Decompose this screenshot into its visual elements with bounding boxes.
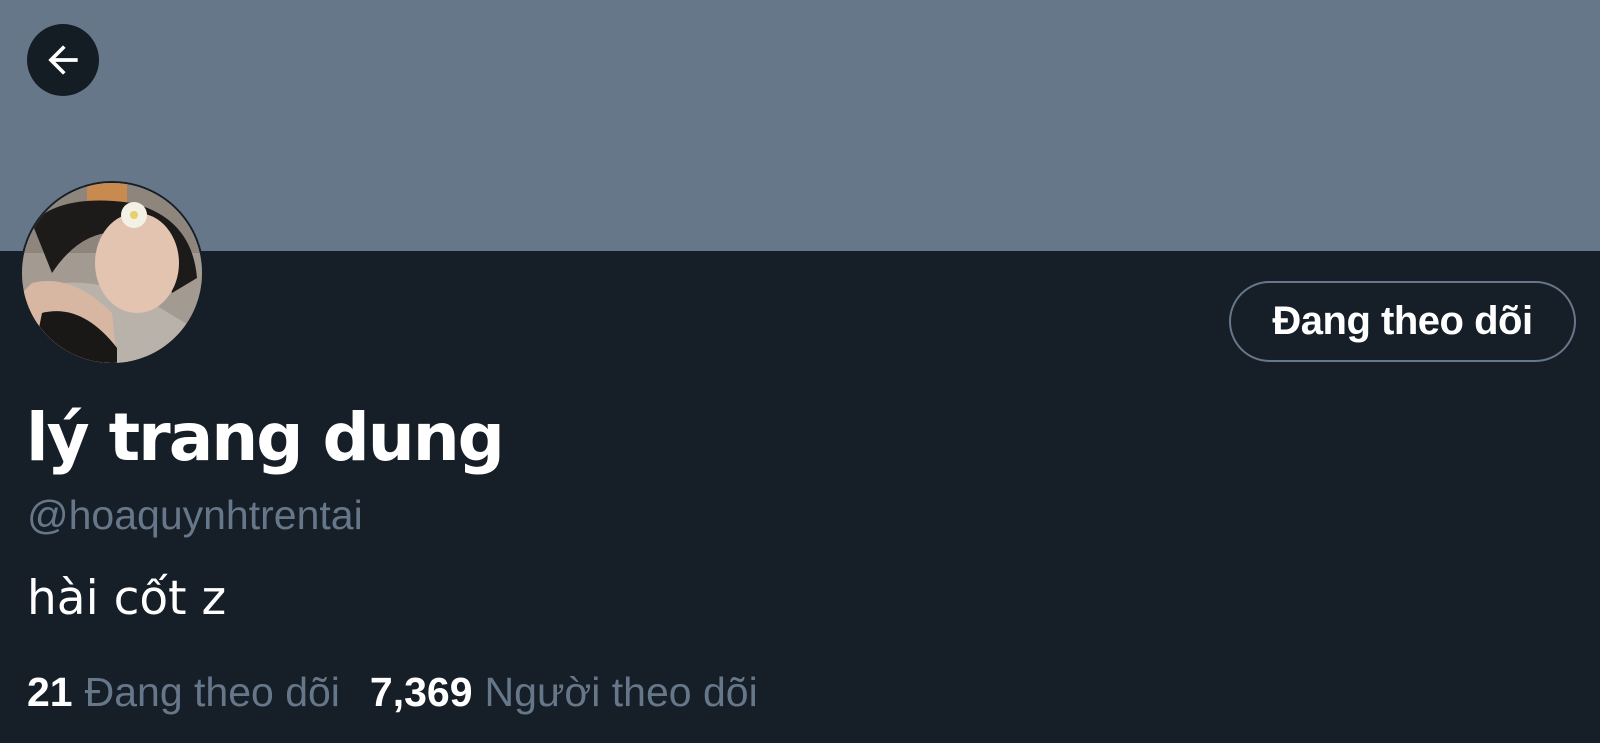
display-name: lý trang dung: [26, 399, 505, 476]
profile-bio: hài cốt z: [27, 571, 227, 626]
following-button-label: Đang theo dõi: [1272, 299, 1533, 343]
profile-stats: 21 Đang theo dõi 7,369 Người theo dõi: [27, 668, 758, 716]
followers-stat-link[interactable]: 7,369 Người theo dõi: [370, 668, 758, 716]
profile-banner: [0, 0, 1600, 251]
avatar-photo: [22, 183, 202, 363]
following-count: 21: [27, 669, 73, 715]
back-button[interactable]: [27, 24, 99, 96]
followers-count: 7,369: [369, 669, 473, 715]
followers-label: Người theo dõi: [484, 669, 758, 715]
following-stat-link[interactable]: 21 Đang theo dõi: [27, 668, 340, 716]
arrow-left-icon: [48, 45, 78, 75]
avatar[interactable]: [20, 181, 204, 365]
user-handle: @hoaquynhtrentai: [27, 492, 363, 538]
following-button[interactable]: Đang theo dõi: [1229, 281, 1576, 362]
following-label: Đang theo dõi: [84, 669, 340, 715]
